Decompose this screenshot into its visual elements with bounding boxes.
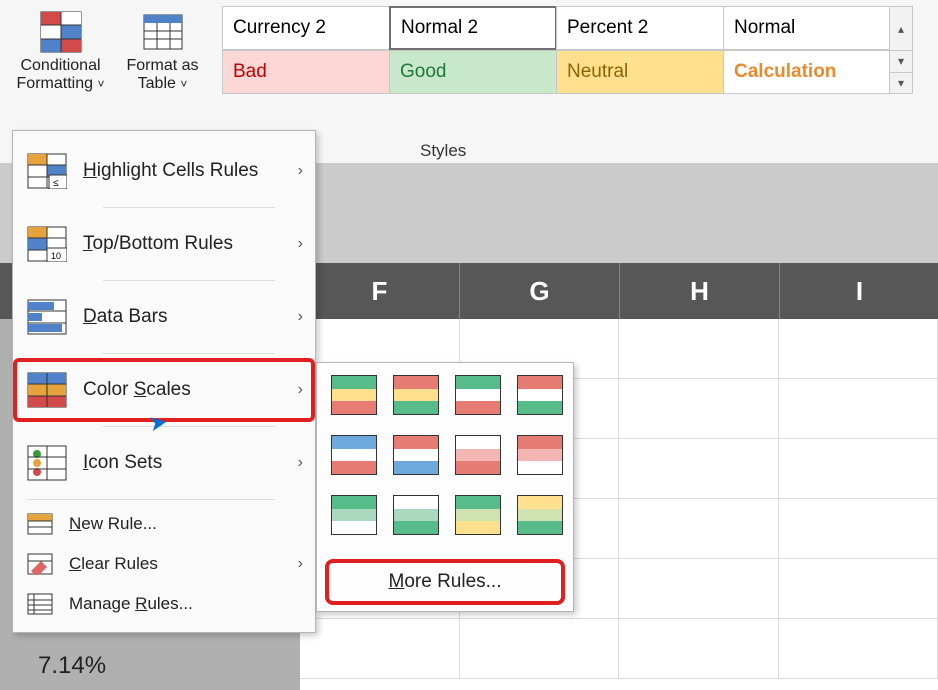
col-header-I[interactable]: I [780, 263, 938, 319]
conditional-formatting-label: Conditional Formatting [17, 57, 101, 92]
chevron-right-icon: › [298, 381, 303, 399]
more-rules-label: More Rules... [389, 571, 502, 593]
chevron-up-icon: ▴ [890, 7, 912, 50]
scale-blue-white-red[interactable] [331, 435, 377, 475]
chevron-right-icon: › [298, 454, 303, 472]
menu-clear-rules[interactable]: Clear Rules › [13, 544, 315, 584]
menu-divider [27, 499, 275, 500]
cell-styles-gallery[interactable]: Currency 2 Normal 2 Percent 2 Normal ▴ B… [222, 6, 913, 94]
gallery-scroll-more[interactable]: ▾ ▾ [889, 50, 913, 94]
conditional-formatting-icon [40, 11, 82, 53]
menu-data-bars[interactable]: Data Bars › [13, 285, 315, 349]
chevron-down-icon: ˅ [180, 77, 187, 91]
menu-divider [103, 280, 275, 281]
style-bad[interactable]: Bad [222, 50, 390, 94]
chevron-right-icon: › [298, 235, 303, 253]
color-scales-icon [27, 372, 67, 408]
style-good[interactable]: Good [389, 50, 557, 94]
chevron-down-icon: ˅ [97, 77, 104, 91]
col-header-G[interactable]: G [460, 263, 620, 319]
svg-text:10: 10 [51, 251, 61, 261]
chevron-right-icon: › [298, 308, 303, 326]
scale-green-white[interactable] [331, 495, 377, 535]
style-normal-2[interactable]: Normal 2 [389, 6, 557, 50]
gallery-scroll-up[interactable]: ▴ [889, 6, 913, 50]
menu-manage-rules[interactable]: Manage Rules... [13, 584, 315, 624]
more-rules-button[interactable]: More Rules... [327, 561, 563, 603]
menu-label: Highlight Cells Rules [83, 160, 258, 182]
svg-text:≤: ≤ [53, 178, 59, 189]
menu-label: New Rule... [69, 514, 157, 534]
styles-group-label: Styles [420, 141, 466, 161]
new-rule-icon [27, 513, 53, 535]
gallery-expand-icon: ▾ [890, 73, 912, 94]
menu-divider [103, 353, 275, 354]
format-as-table-label: Format as Table [126, 57, 198, 92]
style-percent-2[interactable]: Percent 2 [556, 6, 724, 50]
style-neutral[interactable]: Neutral [556, 50, 724, 94]
style-normal[interactable]: Normal [723, 6, 891, 50]
icon-sets-icon [27, 445, 67, 481]
format-as-table-button[interactable]: Format as Table ˅ [115, 6, 210, 121]
menu-label: Color Scales [83, 379, 191, 401]
col-header-H[interactable]: H [620, 263, 780, 319]
clear-rules-icon [27, 553, 53, 575]
menu-divider [103, 207, 275, 208]
scale-yellow-green[interactable] [517, 495, 563, 535]
scale-green-yellow[interactable] [455, 495, 501, 535]
scale-white-red[interactable] [455, 435, 501, 475]
scale-red-yellow-green[interactable] [393, 375, 439, 415]
style-currency-2[interactable]: Currency 2 [222, 6, 390, 50]
style-calculation[interactable]: Calculation [723, 50, 891, 94]
menu-label: Manage Rules... [69, 594, 193, 614]
menu-label: Data Bars [83, 306, 168, 328]
menu-new-rule[interactable]: New Rule... [13, 504, 315, 544]
color-scales-grid [327, 371, 563, 547]
highlight-cells-icon: ≤ [27, 153, 67, 189]
scale-white-green[interactable] [393, 495, 439, 535]
chevron-right-icon: › [298, 555, 303, 573]
scale-green-white-red[interactable] [455, 375, 501, 415]
col-header-F[interactable]: F [300, 263, 460, 319]
menu-label: Icon Sets [83, 452, 162, 474]
chevron-down-icon: ▾ [890, 51, 912, 73]
scale-green-yellow-red[interactable] [331, 375, 377, 415]
menu-highlight-cells-rules[interactable]: ≤ Highlight Cells Rules › [13, 139, 315, 203]
cell-value: 7.14% [38, 652, 106, 680]
top-bottom-icon: 10 [27, 226, 67, 262]
chevron-right-icon: › [298, 162, 303, 180]
data-bars-icon [27, 299, 67, 335]
conditional-formatting-menu: ≤ Highlight Cells Rules › 10 Top/Bottom … [12, 130, 316, 633]
manage-rules-icon [27, 593, 53, 615]
menu-icon-sets[interactable]: Icon Sets › [13, 431, 315, 495]
scale-red-white[interactable] [517, 435, 563, 475]
table-icon [142, 11, 184, 53]
menu-label: Clear Rules [69, 554, 158, 574]
menu-divider [103, 426, 275, 427]
color-scales-flyout: More Rules... [316, 362, 574, 612]
scale-red-white-blue[interactable] [393, 435, 439, 475]
conditional-formatting-button[interactable]: Conditional Formatting ˅ [6, 6, 115, 121]
menu-top-bottom-rules[interactable]: 10 Top/Bottom Rules › [13, 212, 315, 276]
scale-red-white-green[interactable] [517, 375, 563, 415]
menu-label: Top/Bottom Rules [83, 233, 233, 255]
